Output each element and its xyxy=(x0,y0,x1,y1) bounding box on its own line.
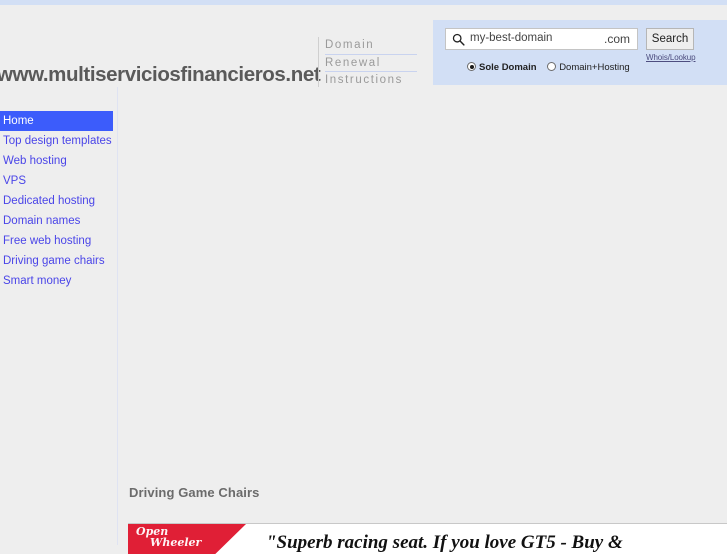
renewal-link-line-1: Domain xyxy=(325,37,417,55)
radio-option-domain-hosting[interactable]: Domain+Hosting xyxy=(547,62,630,73)
sidebar-item-driving-game-chairs[interactable]: Driving game chairs xyxy=(0,251,113,271)
radio-mark-domain-hosting[interactable] xyxy=(547,62,557,71)
page-body: Home Top design templates Web hosting VP… xyxy=(0,87,727,554)
domain-search-box[interactable]: .com xyxy=(445,28,638,50)
promo-brand-line-2: Wheeler xyxy=(150,536,202,549)
domain-name-input[interactable] xyxy=(470,32,580,44)
radio-label-domain-hosting: Domain+Hosting xyxy=(559,62,630,73)
search-mode-radio-group: Sole Domain Domain+Hosting xyxy=(467,62,638,73)
search-button[interactable]: Search xyxy=(646,28,694,50)
sidebar-item-dedicated-hosting[interactable]: Dedicated hosting xyxy=(0,191,113,211)
radio-label-sole-domain: Sole Domain xyxy=(479,62,537,73)
sidebar-item-web-hosting[interactable]: Web hosting xyxy=(0,151,113,171)
renewal-link-line-2: Renewal xyxy=(325,55,417,72)
radio-mark-sole-domain[interactable] xyxy=(467,62,476,71)
whois-lookup-link[interactable]: Whois/Lookup xyxy=(646,53,696,62)
sidebar-item-domain-names[interactable]: Domain names xyxy=(0,211,113,231)
sidebar-item-free-web-hosting[interactable]: Free web hosting xyxy=(0,231,113,251)
main-content: Driving Game Chairs Open Wheeler "Superb… xyxy=(118,87,727,554)
promo-headline: "Superb racing seat. If you love GT5 - B… xyxy=(266,532,623,553)
sidebar-item-home[interactable]: Home xyxy=(0,111,113,131)
site-title: www.multiserviciosfinancieros.net xyxy=(0,63,321,86)
search-icon xyxy=(452,33,465,46)
sidebar-item-vps[interactable]: VPS xyxy=(0,171,113,191)
page-header: www.multiserviciosfinancieros.net Domain… xyxy=(0,5,727,90)
tld-suffix-label: .com xyxy=(603,32,630,46)
sidebar-nav: Home Top design templates Web hosting VP… xyxy=(0,111,113,291)
domain-search-panel: .com Search Whois/Lookup Sole Domain Dom… xyxy=(433,20,727,85)
sidebar-item-smart-money[interactable]: Smart money xyxy=(0,271,113,291)
sidebar-item-top-design-templates[interactable]: Top design templates xyxy=(0,131,113,151)
section-heading-driving-game-chairs: Driving Game Chairs xyxy=(129,485,260,500)
promo-banner[interactable]: Open Wheeler "Superb racing seat. If you… xyxy=(128,523,727,554)
radio-option-sole-domain[interactable]: Sole Domain xyxy=(467,62,537,73)
domain-renewal-instructions-link[interactable]: Domain Renewal Instructions xyxy=(318,37,417,90)
